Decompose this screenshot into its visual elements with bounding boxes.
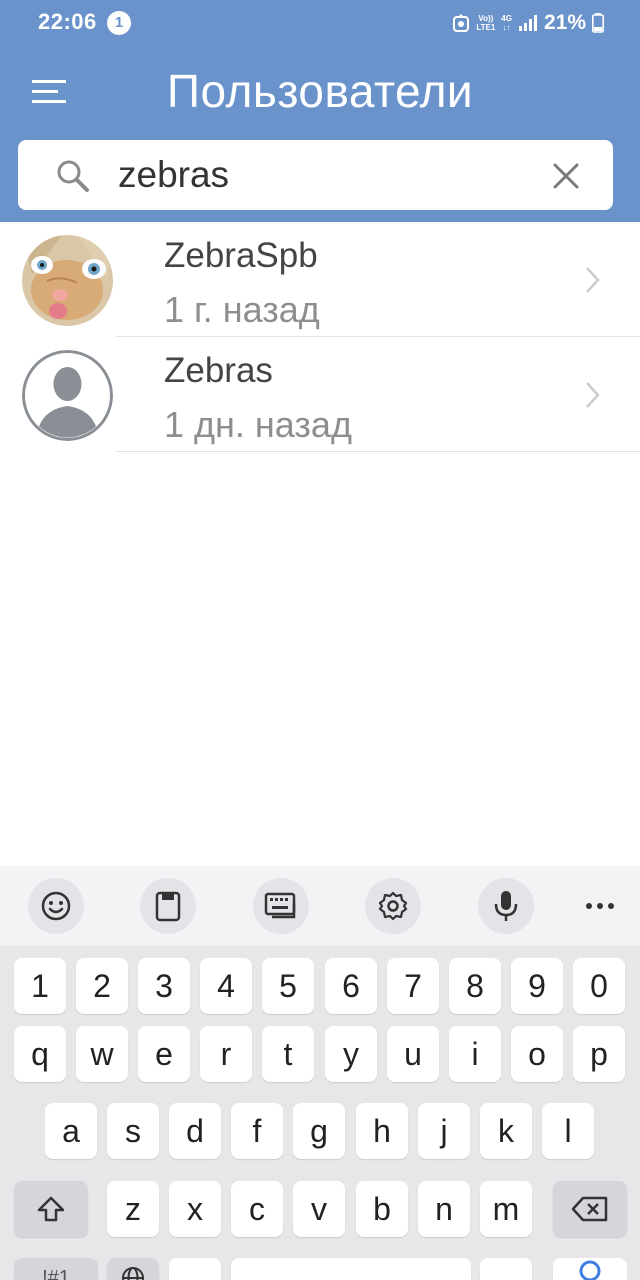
volte-indicator: Vo)) LTE1 (476, 14, 496, 32)
key-n[interactable]: n (418, 1181, 470, 1237)
key-b[interactable]: b (356, 1181, 408, 1237)
notification-count-badge: 1 (107, 11, 131, 35)
backspace-key[interactable] (553, 1181, 627, 1237)
sync-icon (452, 13, 470, 33)
battery-percent: 21% (543, 11, 586, 34)
list-divider (116, 451, 640, 452)
settings-icon[interactable] (365, 878, 421, 934)
status-time: 22:06 (38, 9, 97, 34)
clipboard-icon[interactable] (140, 878, 196, 934)
status-bar: 22:06 1 Vo)) LTE1 4G ↓↑ 21% (0, 0, 640, 46)
clear-search-icon[interactable] (550, 160, 582, 192)
key-r[interactable]: r (200, 1026, 252, 1082)
network-type-indicator: 4G ↓↑ (501, 14, 512, 32)
key-e[interactable]: e (138, 1026, 190, 1082)
emoji-icon[interactable] (28, 878, 84, 934)
search-action-key[interactable] (553, 1258, 627, 1280)
language-key[interactable] (107, 1258, 159, 1280)
user-name: ZebraSpb (164, 236, 318, 275)
keyboard-icon[interactable] (253, 878, 309, 934)
avatar-cat-photo (22, 235, 113, 326)
key-7[interactable]: 7 (387, 958, 439, 1014)
key-0[interactable]: 0 (573, 958, 625, 1014)
shift-key[interactable] (14, 1181, 88, 1237)
key-i[interactable]: i (449, 1026, 501, 1082)
key-c[interactable]: c (231, 1181, 283, 1237)
keyboard-toolbar (0, 866, 640, 946)
microphone-icon[interactable] (478, 878, 534, 934)
user-name: Zebras (164, 351, 273, 390)
status-icons: Vo)) LTE1 4G ↓↑ 21% (452, 8, 604, 38)
period-key[interactable] (480, 1258, 532, 1280)
key-w[interactable]: w (76, 1026, 128, 1082)
key-l[interactable]: l (542, 1103, 594, 1159)
key-d[interactable]: d (169, 1103, 221, 1159)
user-last-seen: 1 г. назад (164, 289, 320, 330)
key-8[interactable]: 8 (449, 958, 501, 1014)
key-1[interactable]: 1 (14, 958, 66, 1014)
key-f[interactable]: f (231, 1103, 283, 1159)
more-icon[interactable] (572, 886, 628, 926)
search-bar (18, 140, 613, 210)
key-m[interactable]: m (480, 1181, 532, 1237)
key-9[interactable]: 9 (511, 958, 563, 1014)
key-u[interactable]: u (387, 1026, 439, 1082)
search-input[interactable] (118, 152, 518, 198)
key-j[interactable]: j (418, 1103, 470, 1159)
signal-strength-icon (518, 14, 538, 32)
key-5[interactable]: 5 (262, 958, 314, 1014)
chevron-right-icon (584, 264, 602, 296)
key-k[interactable]: k (480, 1103, 532, 1159)
key-6[interactable]: 6 (325, 958, 377, 1014)
key-h[interactable]: h (356, 1103, 408, 1159)
chevron-right-icon (584, 379, 602, 411)
user-list-item-zebras[interactable]: Zebras 1 дн. назад (0, 337, 640, 452)
key-z[interactable]: z (107, 1181, 159, 1237)
page-title: Пользователи (166, 65, 474, 117)
space-key[interactable] (231, 1258, 471, 1280)
on-screen-keyboard: 1 2 3 4 5 6 7 8 9 0 q w e r t y u i o p … (0, 946, 640, 1280)
key-q[interactable]: q (14, 1026, 66, 1082)
key-3[interactable]: 3 (138, 958, 190, 1014)
key-o[interactable]: o (511, 1026, 563, 1082)
user-last-seen: 1 дн. назад (164, 404, 352, 445)
symbols-key[interactable]: !#1 (14, 1258, 98, 1280)
key-2[interactable]: 2 (76, 958, 128, 1014)
key-g[interactable]: g (293, 1103, 345, 1159)
app-header: 22:06 1 Vo)) LTE1 4G ↓↑ 21% Пользователи (0, 0, 640, 222)
key-p[interactable]: p (573, 1026, 625, 1082)
user-list-item-zebraspb[interactable]: ZebraSpb 1 г. назад (0, 222, 640, 337)
key-t[interactable]: t (262, 1026, 314, 1082)
key-v[interactable]: v (293, 1181, 345, 1237)
key-s[interactable]: s (107, 1103, 159, 1159)
comma-key[interactable] (169, 1258, 221, 1280)
key-x[interactable]: x (169, 1181, 221, 1237)
key-y[interactable]: y (325, 1026, 377, 1082)
key-4[interactable]: 4 (200, 958, 252, 1014)
key-a[interactable]: a (45, 1103, 97, 1159)
battery-icon (592, 13, 604, 33)
avatar-default-silhouette (22, 350, 113, 441)
search-icon (56, 159, 90, 193)
